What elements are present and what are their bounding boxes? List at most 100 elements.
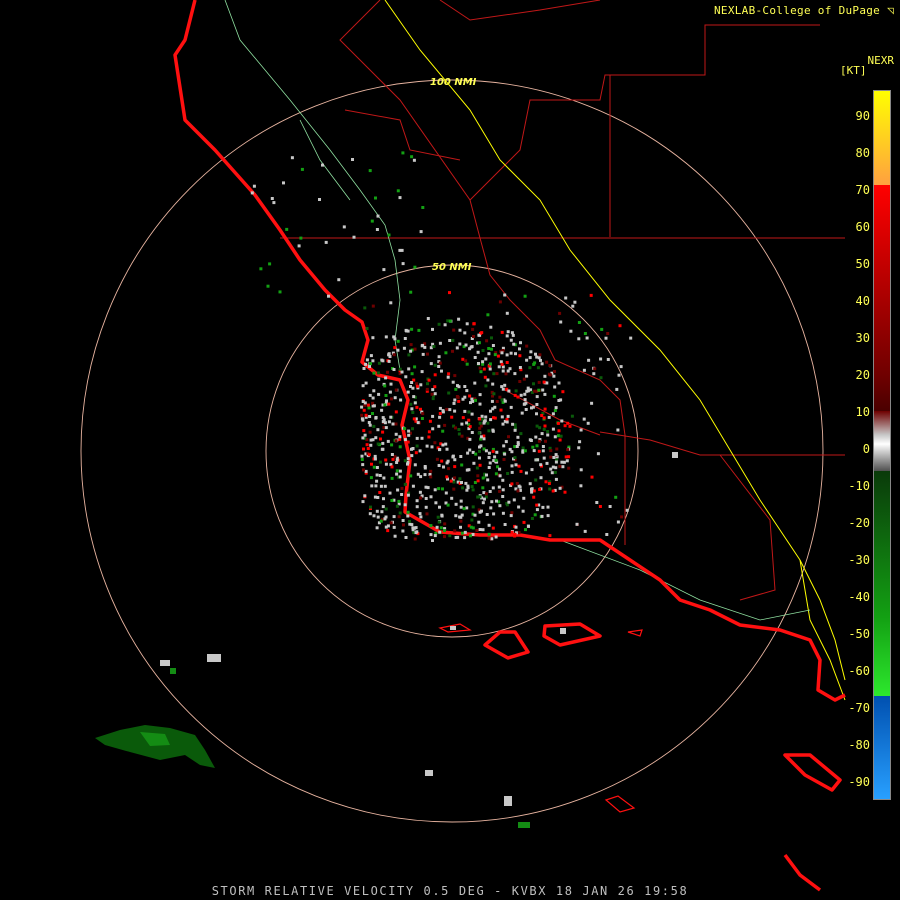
echo-pixel bbox=[384, 335, 388, 339]
echo-pixel bbox=[520, 411, 524, 415]
echo-pixel bbox=[569, 329, 573, 333]
echo-pixel bbox=[596, 452, 600, 456]
echo-pixel bbox=[500, 385, 504, 389]
echo-pixel bbox=[364, 469, 368, 473]
echo-pixel bbox=[497, 485, 501, 489]
echo-pixel bbox=[365, 327, 369, 330]
echo-pixel bbox=[384, 426, 388, 430]
echo-pixel bbox=[376, 515, 380, 519]
echo-pixel bbox=[436, 515, 440, 519]
echo-pixel bbox=[523, 392, 527, 396]
echo-pixel bbox=[512, 498, 516, 502]
colorbar-gray bbox=[874, 411, 890, 471]
echo-pixel bbox=[448, 534, 452, 538]
echo-pixel bbox=[438, 530, 442, 534]
echo-pixel bbox=[429, 495, 433, 499]
echo-pixel bbox=[506, 414, 510, 418]
echo-pixel bbox=[395, 469, 399, 473]
echo-pixel bbox=[402, 523, 405, 527]
echo-pixel bbox=[487, 456, 491, 459]
echo-pixel bbox=[419, 496, 423, 500]
ring-label-50: 50 NMI bbox=[432, 262, 472, 273]
echo-pixel bbox=[381, 430, 385, 434]
echo-pixel bbox=[539, 463, 543, 467]
echo-pixel bbox=[504, 372, 508, 376]
echo-pixel bbox=[361, 500, 365, 504]
echo-pixel bbox=[360, 405, 364, 409]
echo-pixel bbox=[394, 388, 398, 392]
echo-pixel bbox=[415, 499, 419, 503]
echo-pixel bbox=[503, 523, 507, 526]
echo-pixel bbox=[542, 427, 546, 431]
echo-pixel bbox=[502, 444, 506, 448]
echo-pixel bbox=[503, 383, 507, 387]
echo-pixel bbox=[451, 380, 455, 384]
echo-pixel bbox=[409, 290, 413, 294]
echo-pixel bbox=[482, 420, 486, 424]
echo-pixel bbox=[503, 293, 507, 297]
echo-pixel bbox=[390, 499, 394, 502]
echo-pixel bbox=[373, 457, 377, 461]
echo-pixel bbox=[389, 301, 393, 305]
echo-pixel bbox=[522, 402, 526, 406]
echo-pixel bbox=[560, 419, 564, 423]
echo-pixel bbox=[489, 418, 493, 422]
echo-pixel bbox=[478, 417, 482, 421]
echo-pixel bbox=[394, 432, 398, 436]
echo-pixel bbox=[484, 415, 488, 419]
echo-pixel bbox=[321, 163, 324, 167]
echo-pixel bbox=[486, 478, 490, 482]
echo-pixel bbox=[445, 461, 449, 465]
echo-pixel bbox=[394, 422, 398, 426]
echo-pixel bbox=[410, 372, 414, 376]
echo-pixel bbox=[605, 533, 609, 536]
echo-pixel bbox=[536, 458, 540, 462]
radar-echoes bbox=[250, 151, 633, 542]
echo-pixel bbox=[435, 457, 439, 461]
echo-pixel bbox=[487, 523, 491, 527]
echo-pixel bbox=[370, 484, 374, 488]
echo-pixel bbox=[382, 476, 386, 480]
echo-pixel bbox=[467, 410, 471, 414]
echo-pixel bbox=[403, 427, 407, 431]
echo-pixel bbox=[392, 515, 396, 519]
echo-pixel bbox=[432, 345, 436, 348]
echo-pixel bbox=[376, 428, 380, 432]
echo-pixel bbox=[426, 352, 429, 356]
echo-pixel bbox=[518, 485, 522, 489]
echo-pixel bbox=[352, 235, 356, 239]
echo-pixel bbox=[485, 339, 489, 343]
echo-pixel bbox=[453, 398, 457, 402]
echo-pixel bbox=[522, 377, 526, 381]
echo-pixel bbox=[381, 416, 385, 420]
echo-pixel bbox=[487, 352, 491, 356]
echo-pixel bbox=[583, 332, 587, 335]
echo-pixel bbox=[468, 425, 472, 429]
colorbar-tick-label: 0 bbox=[862, 442, 870, 456]
echo-pixel bbox=[437, 487, 441, 491]
echo-pixel bbox=[433, 392, 437, 396]
echo-pixel bbox=[564, 296, 568, 300]
echo-pixel bbox=[430, 392, 434, 396]
echo-pixel bbox=[377, 392, 381, 396]
echo-pixel bbox=[446, 319, 450, 323]
echo-pixel bbox=[416, 421, 420, 425]
echo-pixel bbox=[459, 455, 463, 458]
echo-pixel bbox=[540, 514, 544, 518]
echo-pixel bbox=[390, 453, 394, 456]
echo-pixel bbox=[381, 447, 385, 451]
echo-pixel bbox=[435, 525, 439, 529]
echo-pixel bbox=[460, 513, 464, 517]
echo-pixel bbox=[403, 337, 407, 340]
echo-pixel bbox=[441, 443, 445, 447]
echo-pixel bbox=[371, 304, 375, 308]
echo-pixel bbox=[401, 529, 405, 533]
echo-pixel bbox=[438, 448, 441, 452]
echo-pixel bbox=[450, 415, 454, 419]
echo-pixel bbox=[387, 233, 391, 237]
echo-pixel bbox=[438, 361, 442, 365]
echo-pixel bbox=[458, 328, 462, 332]
echo-pixel bbox=[510, 482, 514, 486]
echo-pixel bbox=[553, 370, 556, 373]
echo-pixel bbox=[444, 491, 448, 495]
